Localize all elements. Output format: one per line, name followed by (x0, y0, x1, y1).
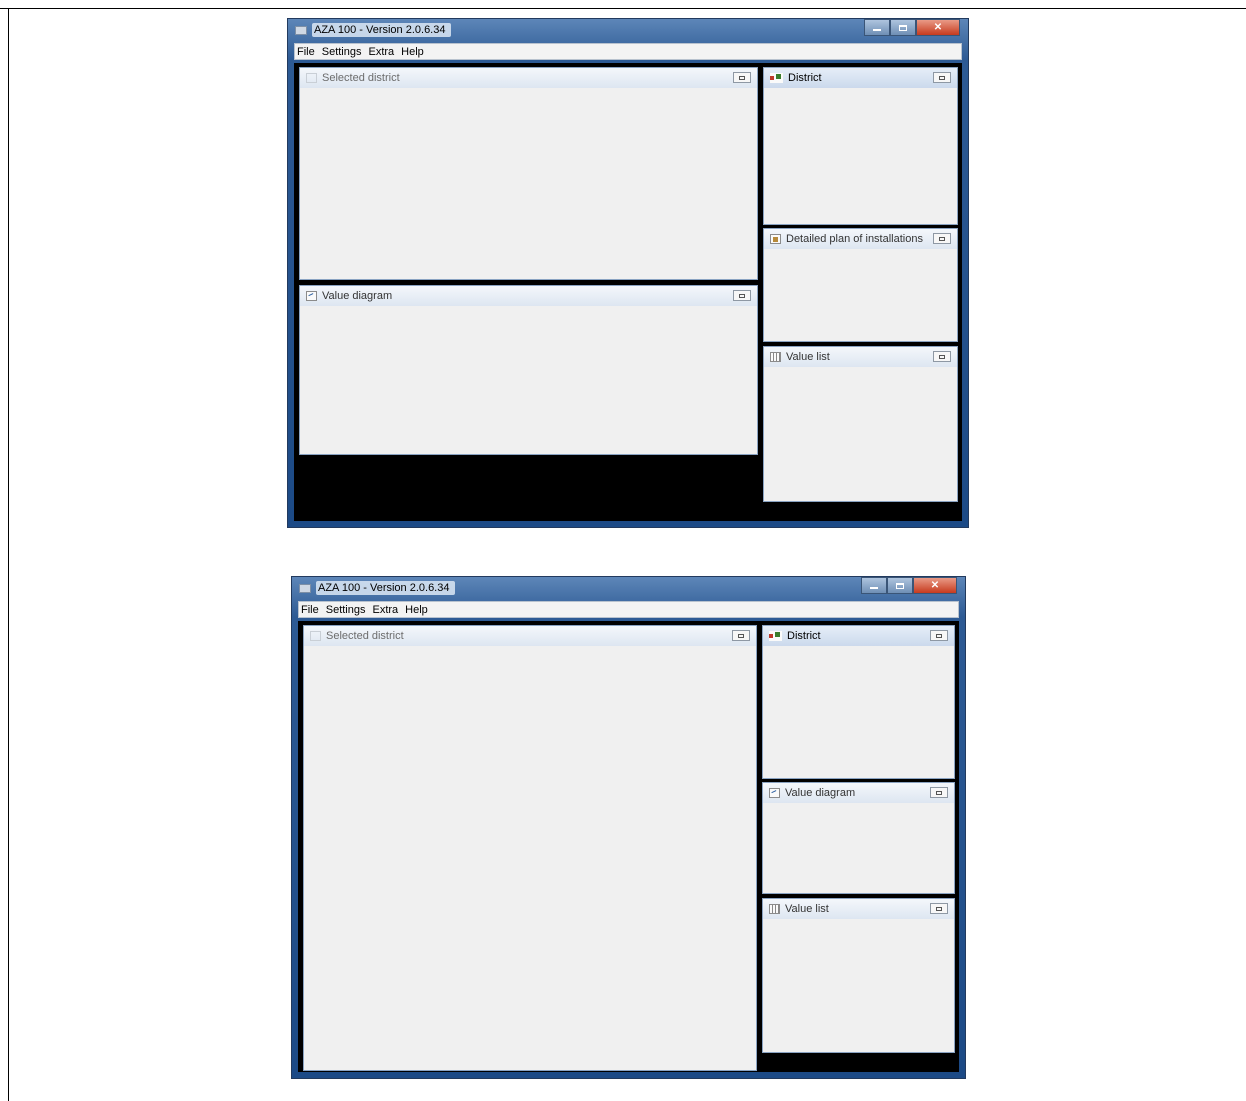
panel-header[interactable]: Value list (764, 347, 957, 367)
window-title: AZA 100 - Version 2.0.6.34 (312, 23, 452, 37)
menu-extra[interactable]: Extra (368, 46, 394, 58)
menu-bar: File Settings Extra Help (298, 601, 959, 618)
panel-selected-district[interactable]: Selected district (299, 67, 758, 280)
panel-title: Value list (785, 903, 829, 915)
window-title: AZA 100 - Version 2.0.6.34 (316, 581, 456, 595)
panel-options-button[interactable] (930, 903, 948, 914)
panel-options-button[interactable] (933, 351, 951, 362)
close-icon: ✕ (933, 22, 943, 33)
panel-options-button[interactable] (930, 787, 948, 798)
panel-detailed-plan[interactable]: Detailed plan of installations (763, 228, 958, 342)
minimize-icon (870, 587, 878, 589)
panel-options-icon (739, 293, 745, 298)
minimize-button[interactable] (861, 577, 887, 594)
menu-extra[interactable]: Extra (372, 604, 398, 616)
menu-settings[interactable]: Settings (326, 604, 366, 616)
panel-title: Value diagram (322, 290, 393, 302)
panel-district[interactable]: District (763, 67, 958, 225)
menu-bar: File Settings Extra Help (294, 43, 962, 60)
close-button[interactable]: ✕ (913, 577, 957, 594)
menu-file[interactable]: File (301, 604, 319, 616)
panel-header[interactable]: District (764, 68, 957, 88)
panel-title: Detailed plan of installations (786, 233, 923, 245)
figure-frame-top (0, 8, 1246, 9)
panel-value-list[interactable]: Value list (762, 898, 955, 1053)
minimize-button[interactable] (864, 19, 890, 36)
figure-frame-left (8, 8, 9, 1101)
panel-options-icon (936, 906, 942, 911)
table-icon (770, 352, 781, 362)
panel-header[interactable]: Value diagram (300, 286, 757, 306)
app-window-icon[interactable] (295, 26, 307, 35)
district-map-icon (310, 631, 321, 641)
close-button[interactable]: ✕ (916, 19, 960, 36)
panel-value-diagram[interactable]: Value diagram (299, 285, 758, 455)
chart-icon (306, 291, 317, 301)
menu-help[interactable]: Help (405, 604, 428, 616)
table-icon (769, 904, 780, 914)
panel-options-icon (939, 236, 945, 241)
panel-header[interactable]: Selected district (300, 68, 757, 88)
panel-options-button[interactable] (732, 630, 750, 641)
panel-options-button[interactable] (733, 290, 751, 301)
panel-title: Selected district (322, 72, 400, 84)
panel-options-button[interactable] (733, 72, 751, 83)
panel-title: Value diagram (785, 787, 856, 799)
close-icon: ✕ (930, 580, 940, 591)
app-window-icon[interactable] (299, 584, 311, 593)
panel-options-icon (738, 633, 744, 638)
panel-title: District (787, 630, 821, 642)
panel-value-diagram[interactable]: Value diagram (762, 782, 955, 894)
app-window-2: AZA 100 - Version 2.0.6.34 ✕ File Settin… (291, 576, 966, 1079)
district-map-icon (769, 631, 782, 641)
panel-title: Selected district (326, 630, 404, 642)
chart-icon (769, 788, 780, 798)
panel-options-icon (936, 790, 942, 795)
maximize-icon (896, 582, 904, 589)
panel-options-button[interactable] (933, 72, 951, 83)
panel-value-list[interactable]: Value list (763, 346, 958, 502)
maximize-button[interactable] (890, 19, 916, 36)
panel-header[interactable]: Detailed plan of installations (764, 229, 957, 249)
maximize-button[interactable] (887, 577, 913, 594)
panel-selected-district[interactable]: Selected district (303, 625, 757, 1071)
title-bar[interactable]: AZA 100 - Version 2.0.6.34 ✕ (292, 577, 965, 599)
panel-title: District (788, 72, 822, 84)
panel-header[interactable]: Value list (763, 899, 954, 919)
panel-header[interactable]: Selected district (304, 626, 756, 646)
plan-icon (770, 234, 781, 244)
menu-settings[interactable]: Settings (322, 46, 362, 58)
menu-file[interactable]: File (297, 46, 315, 58)
panel-title: Value list (786, 351, 830, 363)
panel-options-icon (936, 633, 942, 638)
maximize-icon (899, 24, 907, 31)
panel-options-icon (939, 75, 945, 80)
menu-help[interactable]: Help (401, 46, 424, 58)
app-window-1: AZA 100 - Version 2.0.6.34 ✕ File Settin… (287, 18, 969, 528)
panel-header[interactable]: Value diagram (763, 783, 954, 803)
panel-district[interactable]: District (762, 625, 955, 779)
district-map-icon (770, 73, 783, 83)
panel-options-icon (939, 354, 945, 359)
district-map-icon (306, 73, 317, 83)
minimize-icon (873, 29, 881, 31)
panel-options-button[interactable] (933, 233, 951, 244)
panel-options-button[interactable] (930, 630, 948, 641)
panel-options-icon (739, 75, 745, 80)
panel-header[interactable]: District (763, 626, 954, 646)
title-bar[interactable]: AZA 100 - Version 2.0.6.34 ✕ (288, 19, 968, 41)
